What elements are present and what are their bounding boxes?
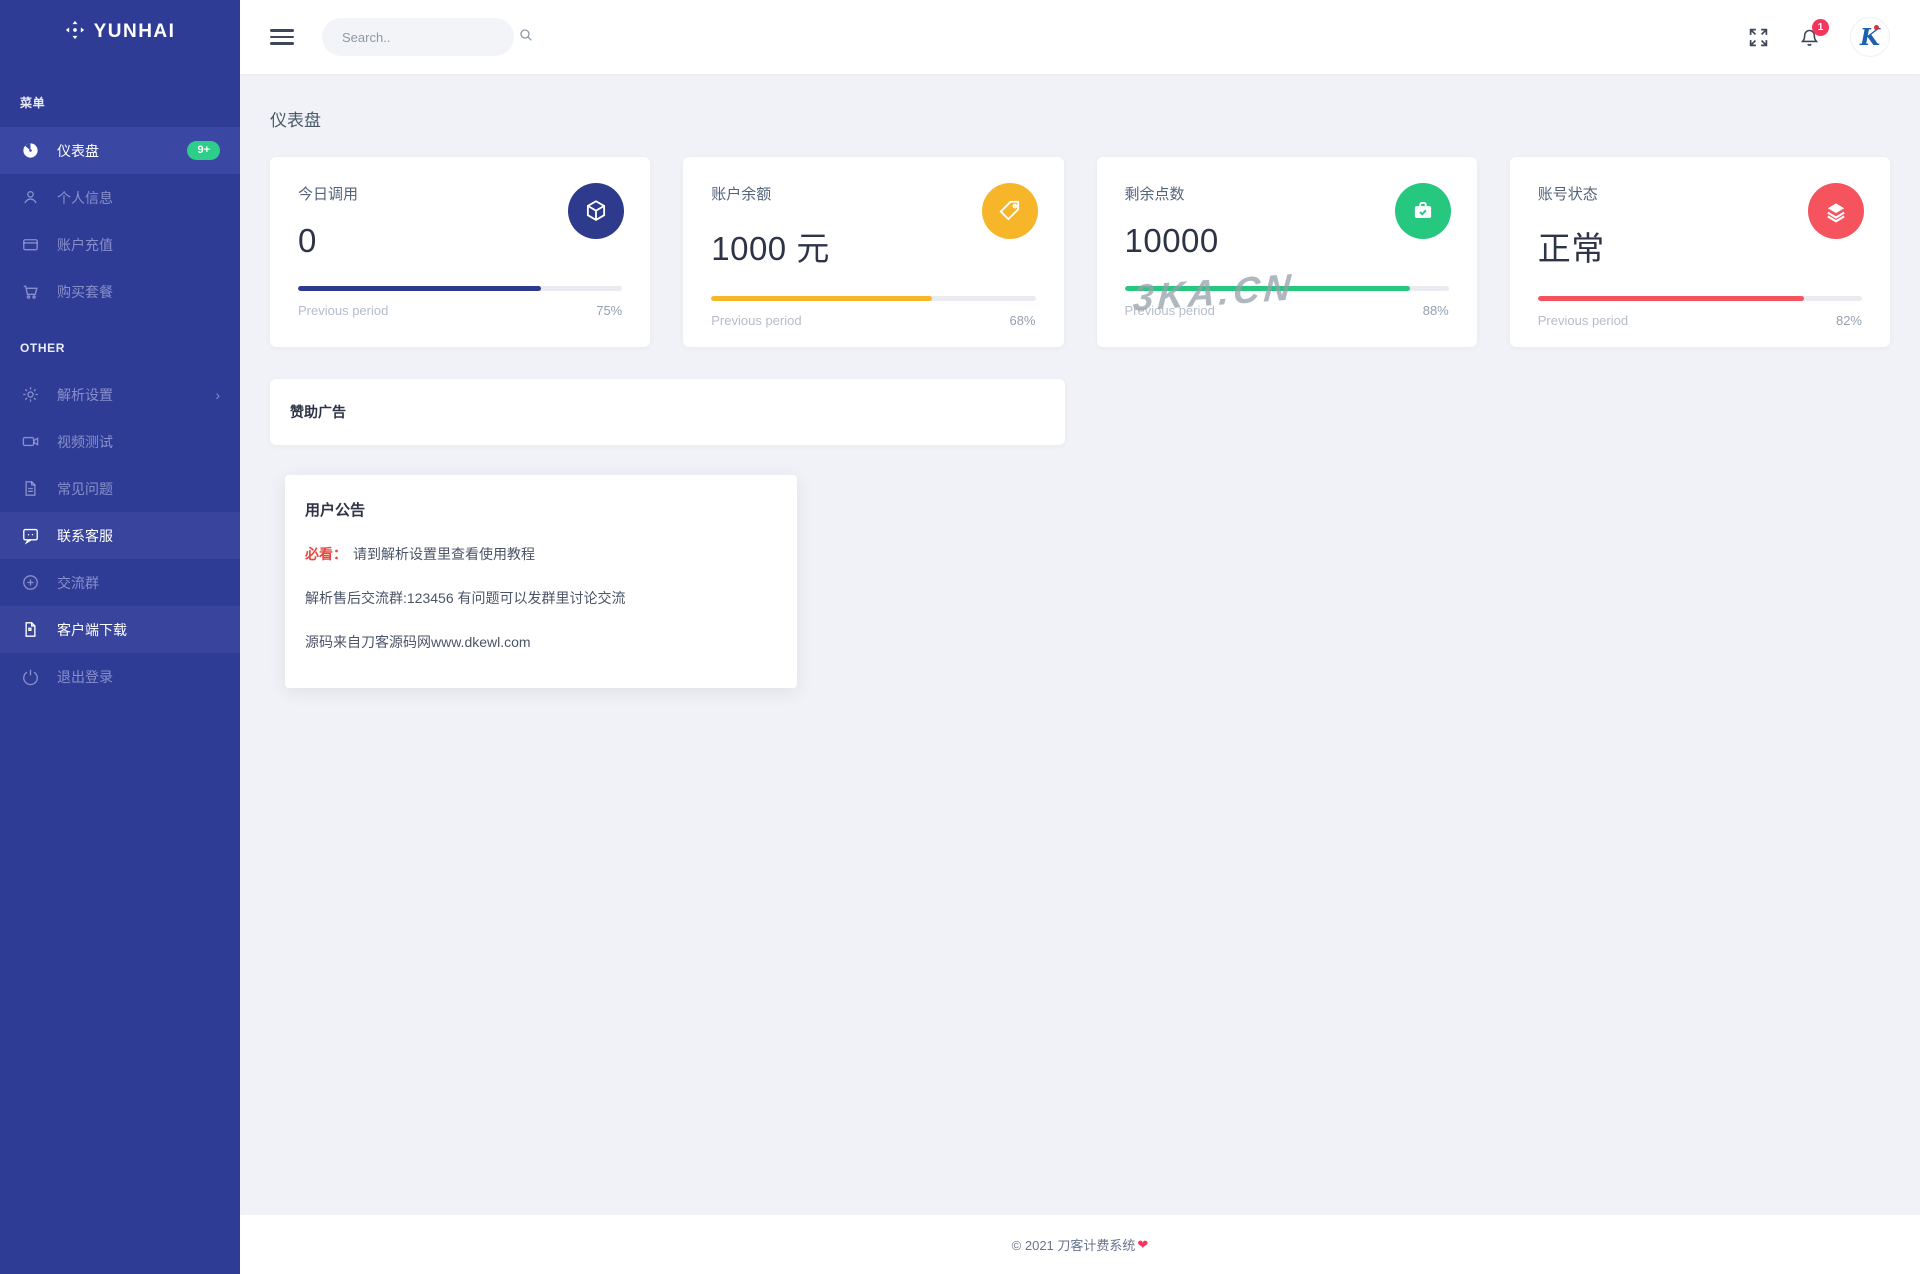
- progress-track: [1538, 296, 1862, 301]
- percent-label: 88%: [1423, 303, 1449, 318]
- stat-cards-row: 今日调用 0 Previous period 75% 账户余额 1000 元: [270, 157, 1890, 347]
- stat-value: 1000 元: [711, 222, 1035, 270]
- footer-copyright: © 2021 刀客计费系统: [1012, 1235, 1136, 1254]
- topbar: 1 K: [240, 0, 1920, 74]
- chevron-right-icon: ›: [215, 387, 220, 403]
- page-title: 仪表盘: [270, 106, 1890, 131]
- sidebar-item-label: 退出登录: [57, 667, 113, 687]
- progress-fill: [1125, 286, 1410, 291]
- progress-fill: [711, 296, 931, 301]
- sidebar-item-label: 联系客服: [57, 526, 113, 546]
- cart-icon: [20, 282, 40, 302]
- file-download-icon: [20, 620, 40, 640]
- chat-icon: [20, 526, 40, 546]
- brand[interactable]: YUNHAI: [0, 0, 240, 64]
- stat-value: 正常: [1538, 222, 1862, 270]
- briefcase-check-icon: [1395, 183, 1451, 239]
- sidebar-section-menu: 菜单: [0, 64, 240, 127]
- sidebar: YUNHAI 菜单 仪表盘 9+ 个人信息 账户充值 购买: [0, 0, 240, 1274]
- move-arrows-icon: [65, 20, 85, 45]
- sidebar-item-label: 个人信息: [57, 188, 113, 208]
- previous-period-label: Previous period: [1538, 313, 1628, 328]
- previous-period-label: Previous period: [298, 303, 388, 318]
- progress-track: [298, 286, 622, 291]
- sidebar-item-dashboard[interactable]: 仪表盘 9+: [0, 127, 240, 174]
- progress-fill: [1538, 296, 1804, 301]
- search-box[interactable]: [322, 18, 514, 56]
- stat-card-account-status: 账号状态 正常 Previous period 82%: [1510, 157, 1890, 347]
- brand-name: YUNHAI: [94, 21, 176, 43]
- cube-icon: [568, 183, 624, 239]
- sidebar-item-parse-settings[interactable]: 解析设置 ›: [0, 371, 240, 418]
- stat-card-balance: 账户余额 1000 元 Previous period 68%: [683, 157, 1063, 347]
- search-input[interactable]: [342, 30, 518, 45]
- sidebar-item-contact-support[interactable]: 联系客服: [0, 512, 240, 559]
- footer: © 2021 刀客计费系统 ❤: [240, 1215, 1920, 1274]
- percent-label: 75%: [596, 303, 622, 318]
- layers-icon: [1808, 183, 1864, 239]
- sidebar-item-buy-package[interactable]: 购买套餐: [0, 268, 240, 315]
- sidebar-item-label: 购买套餐: [57, 282, 113, 302]
- video-icon: [20, 432, 40, 452]
- sidebar-item-profile[interactable]: 个人信息: [0, 174, 240, 221]
- notice-line-3: 源码来自刀客源码网www.dkewl.com: [305, 632, 777, 652]
- wallet-icon: [20, 235, 40, 255]
- user-notice-card: 用户公告 必看： 请到解析设置里查看使用教程 解析售后交流群:123456 有问题…: [285, 475, 797, 688]
- sponsor-ad-title: 赞助广告: [290, 402, 346, 422]
- plus-circle-icon: [20, 573, 40, 593]
- sidebar-item-label: 视频测试: [57, 432, 113, 452]
- speedometer-icon: [20, 141, 40, 161]
- fullscreen-icon[interactable]: [1748, 27, 1769, 48]
- sidebar-item-label: 客户端下载: [57, 620, 127, 640]
- avatar-logo[interactable]: K: [1850, 17, 1890, 57]
- document-icon: [20, 479, 40, 499]
- tag-icon: [982, 183, 1038, 239]
- sidebar-item-label: 仪表盘: [57, 141, 99, 161]
- search-icon[interactable]: [518, 27, 534, 48]
- sidebar-item-faq[interactable]: 常见问题: [0, 465, 240, 512]
- sidebar-item-video-test[interactable]: 视频测试: [0, 418, 240, 465]
- percent-label: 68%: [1009, 313, 1035, 328]
- progress-track: [1125, 286, 1449, 291]
- sidebar-item-label: 账户充值: [57, 235, 113, 255]
- sidebar-item-recharge[interactable]: 账户充值: [0, 221, 240, 268]
- progress-track: [711, 296, 1035, 301]
- user-notice-title: 用户公告: [305, 499, 777, 520]
- sidebar-section-other: OTHER: [0, 315, 240, 371]
- dashboard-badge: 9+: [187, 141, 220, 160]
- notice-line-1-text: 请到解析设置里查看使用教程: [353, 546, 535, 562]
- sidebar-item-group[interactable]: 交流群: [0, 559, 240, 606]
- power-icon: [20, 667, 40, 687]
- stat-card-today-calls: 今日调用 0 Previous period 75%: [270, 157, 650, 347]
- sponsor-ad-card: 赞助广告: [270, 379, 1065, 445]
- content-area: 仪表盘 今日调用 0 Previous period 75% 账户余额: [240, 74, 1920, 1215]
- previous-period-label: Previous period: [711, 313, 801, 328]
- heart-icon: ❤: [1137, 1237, 1148, 1253]
- sidebar-item-client-download[interactable]: 客户端下载: [0, 606, 240, 653]
- menu-icon[interactable]: [270, 29, 294, 45]
- bell-icon[interactable]: 1: [1799, 27, 1820, 48]
- sidebar-item-logout[interactable]: 退出登录: [0, 653, 240, 700]
- notice-line-1: 必看： 请到解析设置里查看使用教程: [305, 544, 777, 564]
- sidebar-item-label: 交流群: [57, 573, 99, 593]
- sidebar-item-label: 常见问题: [57, 479, 113, 499]
- previous-period-label: Previous period: [1125, 303, 1215, 318]
- notice-line-2: 解析售后交流群:123456 有问题可以发群里讨论交流: [305, 588, 777, 608]
- user-icon: [20, 188, 40, 208]
- progress-fill: [298, 286, 541, 291]
- must-read-label: 必看：: [305, 546, 347, 562]
- app-window: YUNHAI 菜单 仪表盘 9+ 个人信息 账户充值 购买: [0, 0, 1920, 1274]
- notification-badge: 1: [1812, 19, 1829, 36]
- sidebar-item-label: 解析设置: [57, 385, 113, 405]
- gear-icon: [20, 385, 40, 405]
- topbar-right: 1 K: [1748, 17, 1890, 57]
- stat-card-points: 剩余点数 10000 Previous period 88%: [1097, 157, 1477, 347]
- percent-label: 82%: [1836, 313, 1862, 328]
- main-column: 1 K 仪表盘 今日调用 0 P: [240, 0, 1920, 1274]
